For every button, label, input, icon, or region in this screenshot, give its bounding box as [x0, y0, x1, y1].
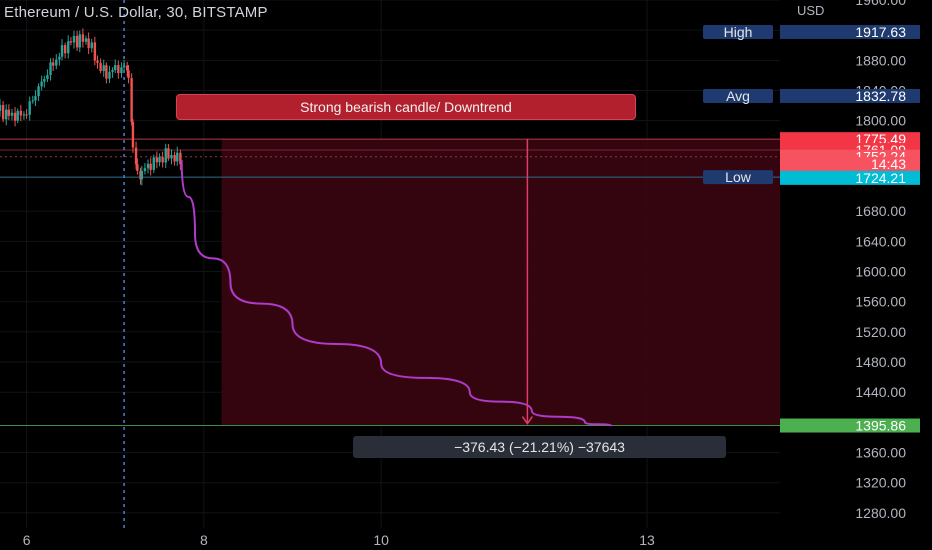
candle-body	[49, 62, 52, 76]
candle-body	[1, 104, 5, 120]
price-tag-value: 1724.21	[855, 170, 906, 186]
candle-body	[170, 154, 173, 159]
candle-body	[55, 59, 58, 66]
candle-body	[114, 65, 117, 71]
y-tick-label: 1800.00	[855, 113, 906, 129]
candle-body	[10, 112, 14, 116]
x-tick-label: 10	[373, 532, 389, 548]
y-tick-label: 1560.00	[855, 294, 906, 310]
stat-high-name: High	[724, 24, 753, 40]
candle-body	[43, 79, 46, 82]
candle-body	[102, 65, 105, 72]
symbol-title: Ethereum / U.S. Dollar, 30, BITSTAMP	[4, 4, 268, 21]
candle-body	[99, 62, 102, 72]
short-position-layer	[221, 139, 780, 426]
candle-body	[60, 45, 64, 57]
y-tick-label: 1640.00	[855, 233, 906, 249]
candle-body	[167, 148, 170, 159]
x-tick-label: 8	[200, 532, 208, 548]
y-tick-label: 1360.00	[855, 445, 906, 461]
candle-body	[122, 65, 126, 68]
y-tick-label: 1880.00	[855, 52, 906, 68]
candle-body	[149, 163, 152, 170]
candle-body	[105, 65, 108, 79]
candle-body	[31, 100, 34, 102]
candle-body	[5, 109, 8, 120]
candle-body	[67, 41, 70, 54]
candle-body	[136, 164, 139, 171]
candle-body	[51, 62, 55, 66]
candle-body	[120, 67, 123, 74]
candle-body	[78, 34, 81, 48]
candle-body	[158, 157, 161, 163]
short-position-zone	[221, 139, 780, 426]
candle-body	[87, 38, 90, 49]
candle-body	[46, 75, 49, 80]
candle-body	[111, 70, 114, 72]
candle-body	[37, 86, 40, 97]
candle-body	[69, 41, 73, 43]
candle-body	[90, 42, 93, 49]
candle-body	[63, 45, 67, 54]
candle-body	[173, 154, 176, 162]
candle-body	[117, 65, 120, 74]
candle-body	[176, 152, 179, 162]
measurement-label: −376.43 (−21.21%) −37643	[353, 436, 726, 458]
y-tick-label: 1680.00	[855, 203, 906, 219]
candle-body	[108, 71, 111, 79]
candle-body	[96, 60, 99, 63]
x-tick-label: 13	[639, 532, 655, 548]
candle-body	[81, 34, 85, 42]
candle-body	[72, 35, 76, 43]
candle-body	[146, 163, 150, 169]
candle-body	[164, 148, 167, 163]
stat-high-value: 1917.63	[855, 24, 906, 40]
price-chart[interactable]: 1960.001920.001880.001840.001800.001680.…	[0, 0, 932, 550]
candle-body	[143, 168, 147, 171]
candle-body	[25, 114, 28, 116]
candle-body	[58, 56, 61, 60]
candle-body	[75, 35, 79, 48]
candle-body	[131, 121, 135, 148]
currency-label: USD	[797, 3, 825, 18]
y-tick-label: 1960.00	[855, 0, 906, 8]
y-tick-label: 1280.00	[855, 505, 906, 521]
stat-avg-value: 1832.78	[855, 88, 906, 104]
candle-body	[155, 157, 159, 163]
candle-body	[127, 70, 130, 79]
stat-low-name: Low	[725, 169, 752, 185]
y-tick-label: 1480.00	[855, 354, 906, 370]
stat-avg-name: Avg	[726, 88, 750, 104]
candle-body	[161, 157, 164, 163]
candle-body	[34, 96, 37, 101]
candle-body	[0, 104, 2, 111]
y-tick-label: 1600.00	[855, 264, 906, 280]
y-tick-label: 1520.00	[855, 324, 906, 340]
candle-body	[19, 110, 23, 116]
candle-body	[22, 114, 26, 116]
candle-body	[7, 109, 11, 116]
candle-body	[130, 78, 133, 122]
price-tag-value: 1395.86	[855, 418, 906, 434]
y-tick-label: 1320.00	[855, 475, 906, 491]
candle-body	[152, 157, 155, 170]
candle-body	[40, 81, 43, 87]
annotation-callout[interactable]: Strong bearish candle/ Downtrend	[176, 94, 636, 120]
x-tick-label: 6	[23, 532, 31, 548]
candle-body	[28, 101, 31, 115]
candle-body	[84, 38, 88, 42]
candle-body	[13, 112, 17, 121]
y-tick-label: 1440.00	[855, 384, 906, 400]
candle-body	[93, 42, 97, 61]
candle-body	[16, 110, 19, 121]
candle-body	[140, 170, 144, 180]
